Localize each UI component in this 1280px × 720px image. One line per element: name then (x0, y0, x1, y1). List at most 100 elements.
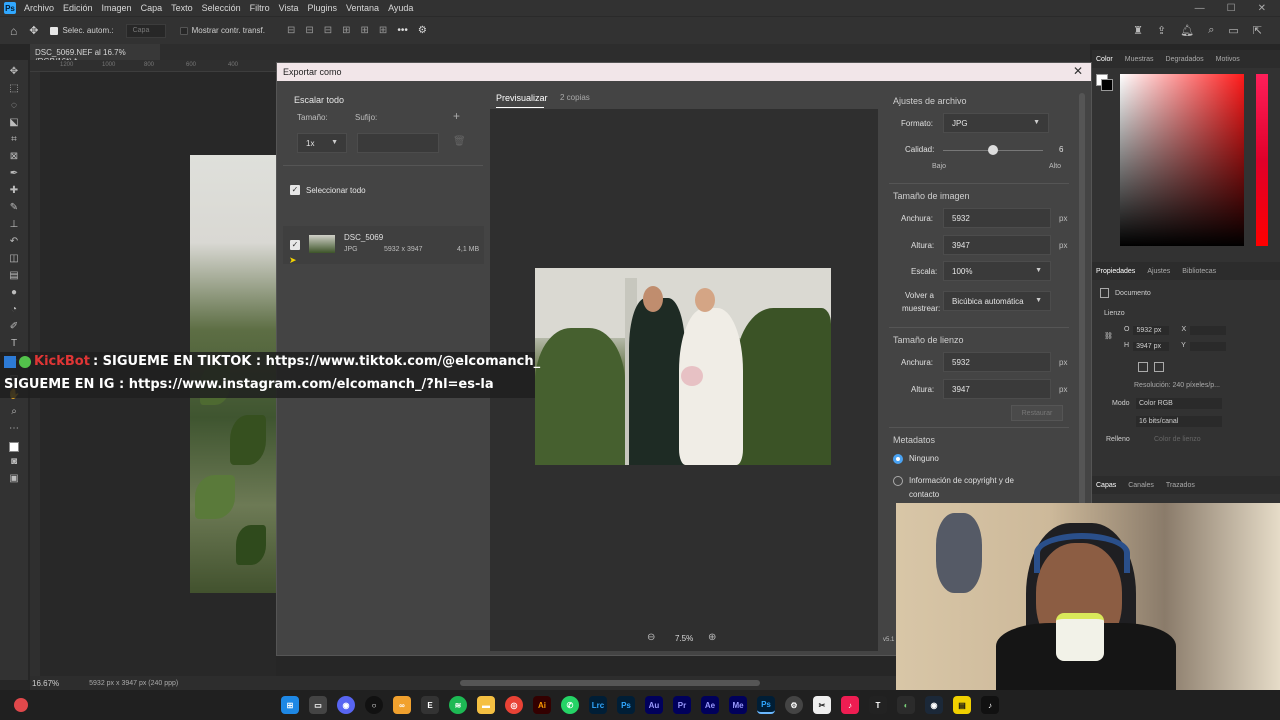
image-height-input[interactable]: 3947 (943, 235, 1051, 255)
image-width-input[interactable]: 5932 (943, 208, 1051, 228)
menu-texto[interactable]: Texto (171, 3, 193, 13)
obs-icon[interactable]: ○ (365, 696, 383, 714)
steam-icon[interactable]: ◉ (925, 696, 943, 714)
preview-zoom-value[interactable]: 7.5% (675, 634, 693, 643)
healing-tool-icon[interactable]: ✚ (5, 183, 23, 198)
menu-seleccion[interactable]: Selección (202, 3, 241, 13)
layer-select-dropdown[interactable]: Capa (125, 23, 166, 38)
orientation-portrait-icon[interactable] (1138, 362, 1148, 372)
height-field[interactable]: 3947 px (1133, 342, 1170, 351)
foreground-color-swatch[interactable] (9, 442, 19, 452)
tab-gradients[interactable]: Degradados (1166, 56, 1204, 63)
align-top-icon[interactable]: ⊞ (342, 25, 350, 36)
document-tab[interactable]: DSC_5069.NEF al 16.7% (RGB/16*) * (30, 44, 160, 66)
align-center-icon[interactable]: ⊟ (305, 25, 313, 36)
move-tool-icon[interactable]: ✥ (29, 24, 38, 37)
zoom-tool-icon[interactable]: ⌕ (5, 404, 23, 419)
zoom-level-status[interactable]: 16.67% (32, 679, 59, 688)
mode-dropdown[interactable]: Color RGB (1136, 398, 1222, 409)
menu-vista[interactable]: Vista (279, 3, 299, 13)
after-effects-icon[interactable]: Ae (701, 696, 719, 714)
eraser-tool-icon[interactable]: ◫ (5, 251, 23, 266)
text-editor-icon[interactable]: T (869, 696, 887, 714)
tab-swatches[interactable]: Muestras (1125, 56, 1154, 63)
link-icon[interactable]: ⛓ (1104, 332, 1113, 340)
tab-paths[interactable]: Trazados (1166, 482, 1195, 489)
size-dropdown[interactable]: 1x ▼ (297, 133, 347, 153)
sticky-notes-icon[interactable]: ▤ (953, 696, 971, 714)
resample-dropdown[interactable]: Bicúbica automática ▼ (943, 291, 1051, 311)
stamp-tool-icon[interactable]: ⊥ (5, 217, 23, 232)
menu-capa[interactable]: Capa (141, 3, 163, 13)
creative-cloud-icon[interactable]: ∞ (393, 696, 411, 714)
y-field[interactable] (1189, 342, 1226, 351)
width-field[interactable]: 5932 px (1133, 326, 1170, 335)
windows-start-icon[interactable]: ⊞ (281, 696, 299, 714)
blur-tool-icon[interactable]: ● (5, 285, 23, 300)
restore-button[interactable]: Restaurar (1011, 405, 1063, 421)
metadata-copyright-radio[interactable] (893, 476, 903, 486)
expand-icon[interactable]: ⇱ (1253, 24, 1262, 37)
align-left-icon[interactable]: ⊟ (287, 25, 295, 36)
object-select-tool-icon[interactable]: ⬕ (5, 115, 23, 130)
eyedropper-tool-icon[interactable]: ✒ (5, 166, 23, 181)
more-options-icon[interactable]: ••• (397, 25, 408, 36)
premiere-icon[interactable]: Pr (673, 696, 691, 714)
gradient-tool-icon[interactable]: ▤ (5, 268, 23, 283)
discord-icon[interactable]: ◉ (337, 696, 355, 714)
tiktok-icon[interactable]: ♪ (981, 696, 999, 714)
media-encoder-icon[interactable]: Me (729, 696, 747, 714)
menu-imagen[interactable]: Imagen (102, 3, 132, 13)
tab-color[interactable]: Color (1096, 56, 1113, 63)
tab-libraries[interactable]: Bibliotecas (1182, 268, 1216, 275)
tab-channels[interactable]: Canales (1128, 482, 1154, 489)
menu-edicion[interactable]: Edición (63, 3, 93, 13)
menu-ayuda[interactable]: Ayuda (388, 3, 413, 13)
suffix-input[interactable] (357, 133, 439, 153)
color-field[interactable] (1120, 74, 1244, 246)
search-icon[interactable]: ⌕ (1208, 24, 1214, 37)
chrome-icon[interactable]: ◎ (505, 696, 523, 714)
close-window-icon[interactable]: ✕ (1258, 3, 1266, 14)
spotify-icon[interactable]: ≋ (449, 696, 467, 714)
fill-dropdown[interactable]: Color de lienzo (1154, 436, 1201, 443)
align-middle-icon[interactable]: ⊞ (361, 25, 369, 36)
whatsapp-icon[interactable]: ✆ (561, 696, 579, 714)
file-explorer-icon[interactable]: ▬ (477, 696, 495, 714)
epic-games-icon[interactable]: E (421, 696, 439, 714)
snipping-tool-icon[interactable]: ✂ (813, 696, 831, 714)
canvas-height-input[interactable]: 3947 (943, 379, 1051, 399)
align-bottom-icon[interactable]: ⊞ (379, 25, 387, 36)
bit-depth-dropdown[interactable]: 16 bits/canal (1136, 416, 1222, 427)
notification-badge-icon[interactable] (14, 698, 28, 712)
quality-slider-thumb[interactable] (988, 145, 998, 155)
select-all-checkbox[interactable]: ✓ (290, 185, 300, 195)
x-field[interactable] (1190, 326, 1227, 335)
close-icon[interactable]: ✕ (1071, 64, 1085, 78)
maximize-icon[interactable]: ☐ (1227, 3, 1236, 14)
tab-layers[interactable]: Capas (1096, 482, 1116, 489)
align-right-icon[interactable]: ⊟ (324, 25, 332, 36)
notifications-icon[interactable]: 🔔︎ (1180, 24, 1194, 37)
brush-tool-icon[interactable]: ✎ (5, 200, 23, 215)
menu-archivo[interactable]: Archivo (24, 3, 54, 13)
format-dropdown[interactable]: JPG ▼ (943, 113, 1049, 133)
dodge-tool-icon[interactable]: ◔ (5, 302, 23, 317)
frame-tool-icon[interactable]: ⊠ (5, 149, 23, 164)
hue-slider[interactable] (1256, 74, 1268, 246)
marquee-tool-icon[interactable]: ⬚ (5, 81, 23, 96)
photoshop-active-icon[interactable]: Ps (757, 696, 775, 714)
metadata-none-radio[interactable] (893, 454, 903, 464)
tab-adjustments[interactable]: Ajustes (1147, 268, 1170, 275)
menu-plugins[interactable]: Plugins (308, 3, 338, 13)
type-tool-icon[interactable]: T (5, 336, 23, 351)
tiktok-live-icon[interactable]: ♪ (841, 696, 859, 714)
lightroom-classic-icon[interactable]: Lrc (589, 696, 607, 714)
3d-mode-icon[interactable]: ♜ (1133, 24, 1143, 37)
dialog-scrollbar[interactable] (1079, 93, 1085, 553)
tab-preview[interactable]: Previsualizar (496, 93, 548, 103)
workspace-icon[interactable]: ▭ (1228, 24, 1238, 37)
screen-mode-icon[interactable]: ▣ (5, 471, 23, 486)
quick-mask-icon[interactable]: ◙ (5, 454, 23, 469)
auto-select-checkbox[interactable] (50, 26, 59, 35)
